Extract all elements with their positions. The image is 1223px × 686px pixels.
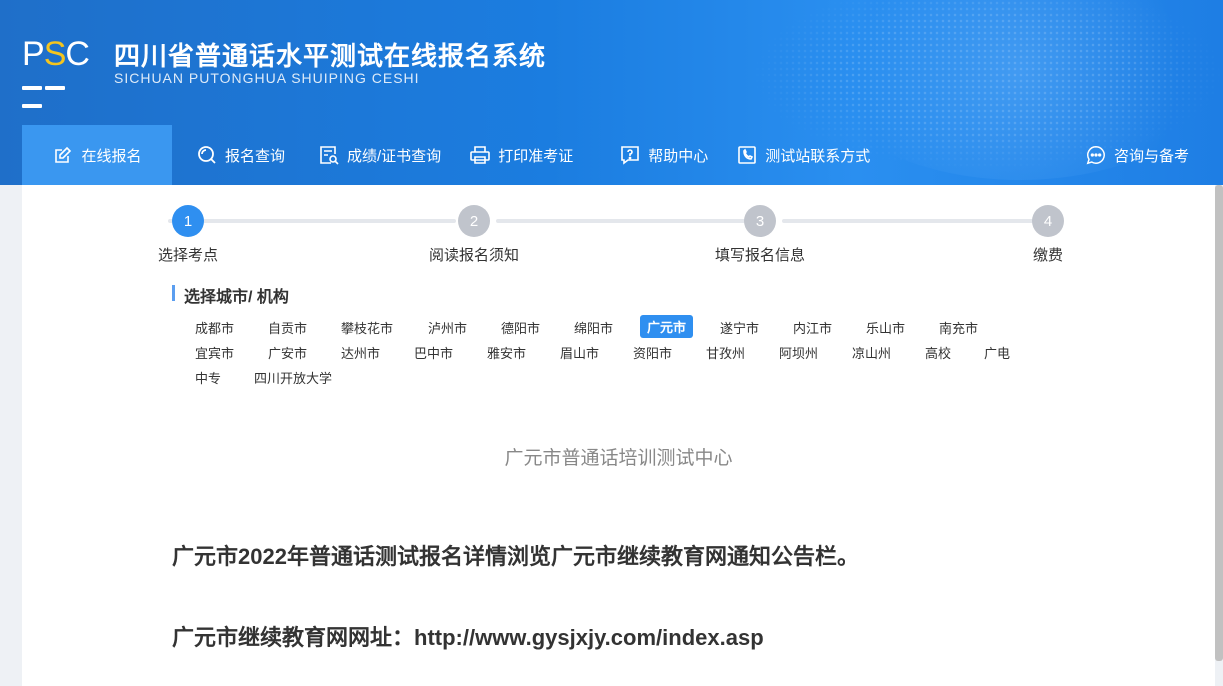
city-option[interactable]: 四川开放大学 — [247, 366, 339, 389]
city-option[interactable]: 自贡市 — [261, 316, 314, 339]
city-option[interactable]: 遂宁市 — [713, 316, 766, 339]
city-option[interactable]: 巴中市 — [407, 341, 460, 364]
city-option[interactable]: 凉山州 — [845, 341, 898, 364]
help-icon — [619, 144, 641, 166]
step-connector — [168, 219, 456, 223]
notice-line-1: 广元市2022年普通话测试报名详情浏览广元市继续教育网通知公告栏。 — [172, 544, 859, 569]
edit-icon — [52, 144, 74, 166]
nav-registration-query[interactable]: 报名查询 — [182, 125, 299, 185]
nav-test-station-contacts[interactable]: 测试站联系方式 — [722, 125, 884, 185]
notice-line-2: 广元市继续教育网网址：http://www.gysjxjy.com/index.… — [172, 625, 764, 650]
site-header: PSC 四川省普通话水平测试在线报名系统 SICHUAN PUTONGHUA S… — [0, 0, 1223, 185]
city-option[interactable]: 甘孜州 — [699, 341, 752, 364]
step-4-circle: 4 — [1032, 205, 1064, 237]
city-option[interactable]: 高校 — [918, 341, 958, 364]
city-option[interactable]: 广安市 — [261, 341, 314, 364]
progress-steps: 1 2 3 4 选择考点 阅读报名须知 填写报名信息 缴费 — [152, 205, 1082, 265]
step-4-label: 缴费 — [1032, 247, 1064, 264]
search-icon — [196, 144, 218, 166]
city-option[interactable]: 中专 — [188, 366, 228, 389]
city-option[interactable]: 雅安市 — [480, 341, 533, 364]
step-2-label: 阅读报名须知 — [428, 247, 520, 264]
city-option[interactable]: 眉山市 — [553, 341, 606, 364]
step-1-circle: 1 — [172, 205, 204, 237]
city-option[interactable]: 乐山市 — [859, 316, 912, 339]
city-option[interactable]: 资阳市 — [626, 341, 679, 364]
city-option[interactable]: 达州市 — [334, 341, 387, 364]
step-connector — [496, 219, 750, 223]
scrollbar[interactable] — [1215, 185, 1223, 661]
city-option[interactable]: 攀枝花市 — [334, 316, 400, 339]
step-1-label: 选择考点 — [157, 247, 219, 264]
city-option-selected[interactable]: 广元市 — [640, 315, 694, 338]
city-option[interactable]: 阿坝州 — [772, 341, 825, 364]
step-3-circle: 3 — [744, 205, 776, 237]
nav-consult-prepare[interactable]: 咨询与备考 — [1071, 125, 1203, 185]
section-title: 选择城市/ 机构 — [172, 283, 289, 307]
step-3-label: 填写报名信息 — [714, 247, 806, 264]
contact-icon — [736, 144, 758, 166]
city-option[interactable]: 泸州市 — [421, 316, 474, 339]
certificate-search-icon — [318, 144, 340, 166]
city-option[interactable]: 广电 — [977, 341, 1017, 364]
nav-online-registration[interactable]: 在线报名 — [22, 125, 172, 185]
psc-logo: PSC — [22, 34, 94, 108]
city-option[interactable]: 南充市 — [932, 316, 985, 339]
step-connector — [782, 219, 1038, 223]
main-nav: 在线报名 报名查询 成绩/证书查询 打印准考证 帮助中心 测试站联系方式 咨询与… — [22, 125, 1223, 185]
nav-print-admission-ticket[interactable]: 打印准考证 — [455, 125, 587, 185]
city-option[interactable]: 成都市 — [188, 316, 241, 339]
city-option[interactable]: 宜宾市 — [188, 341, 241, 364]
printer-icon — [469, 144, 491, 166]
city-option[interactable]: 德阳市 — [494, 316, 547, 339]
site-title: 四川省普通话水平测试在线报名系统 — [114, 41, 547, 71]
main-panel: 1 2 3 4 选择考点 阅读报名须知 填写报名信息 缴费 选择城市/ 机构 成… — [22, 185, 1215, 686]
site-subtitle: SICHUAN PUTONGHUA SHUIPING CESHI — [114, 70, 420, 86]
city-option[interactable]: 绵阳市 — [567, 316, 620, 339]
nav-score-certificate-query[interactable]: 成绩/证书查询 — [304, 125, 455, 185]
step-2-circle: 2 — [458, 205, 490, 237]
chat-icon — [1085, 144, 1107, 166]
city-option[interactable]: 内江市 — [786, 316, 839, 339]
nav-help-center[interactable]: 帮助中心 — [605, 125, 722, 185]
test-center-name: 广元市普通话培训测试中心 — [504, 448, 733, 469]
